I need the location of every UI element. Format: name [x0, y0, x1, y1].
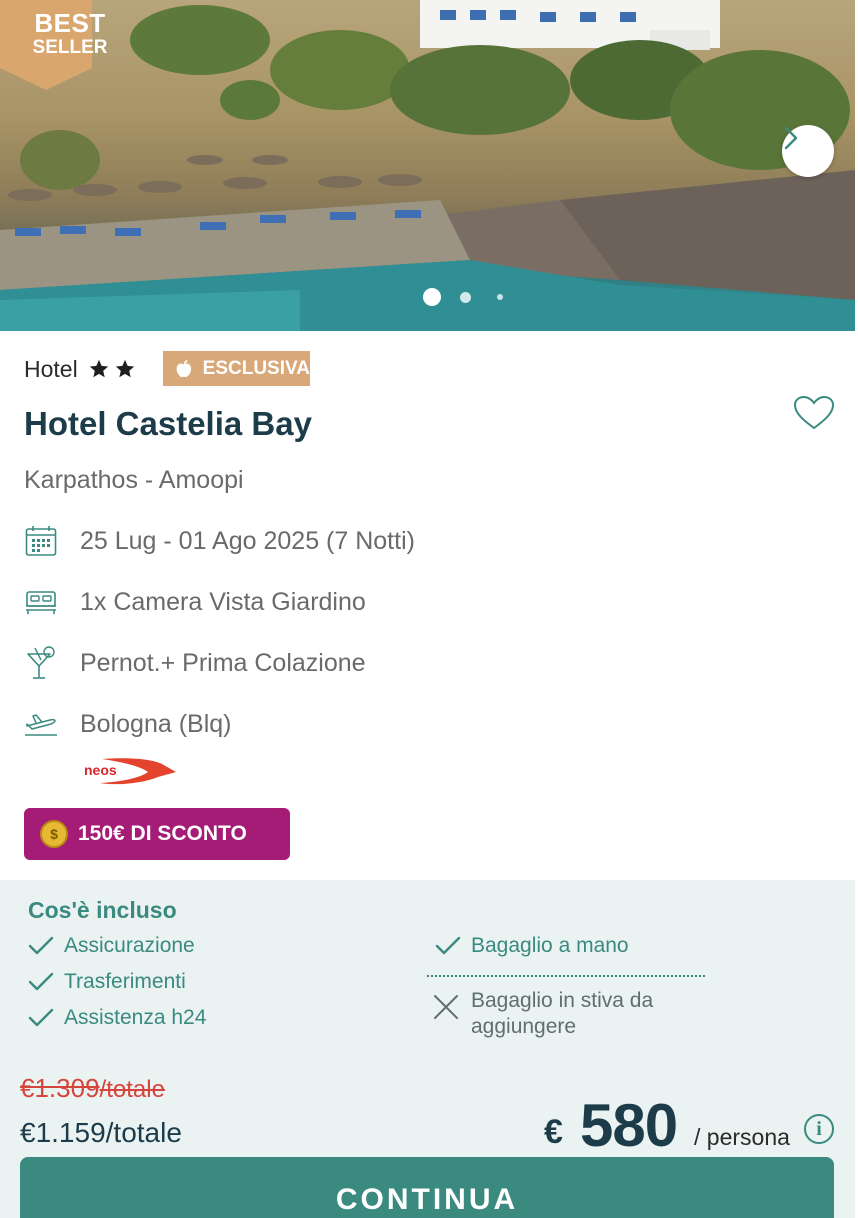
neos-airline-logo: neos	[84, 758, 176, 785]
info-icon[interactable]: i	[804, 1114, 834, 1144]
departure-text: Bologna (Blq)	[80, 709, 232, 738]
board-text: Pernot.+ Prima Colazione	[80, 648, 366, 677]
bed-icon	[26, 591, 56, 614]
not-included-label: Bagaglio in stiva da aggiungere	[471, 989, 654, 1039]
room-text: 1x Camera Vista Giardino	[80, 587, 366, 616]
hotel-category: Hotel	[24, 351, 136, 387]
travel-dates: 25 Lug - 01 Ago 2025 (7 Notti)	[24, 521, 415, 561]
hotel-location: Karpathos - Amoopi	[24, 466, 244, 494]
dates-text: 25 Lug - 01 Ago 2025 (7 Notti)	[80, 526, 415, 555]
carousel-dot-active[interactable]	[423, 288, 441, 306]
close-icon	[434, 995, 458, 1019]
hotel-name[interactable]: Hotel Castelia Bay	[24, 405, 312, 443]
cocktail-icon	[27, 646, 55, 679]
old-price-value: 1.309	[34, 1073, 100, 1103]
per-person-label: / persona	[694, 1124, 790, 1150]
room-type: 1x Camera Vista Giardino	[24, 582, 366, 622]
divider	[427, 975, 705, 977]
coin-icon: $	[40, 820, 68, 848]
check-icon	[28, 1008, 54, 1027]
continue-button[interactable]: CONTINUA	[20, 1157, 834, 1218]
star-icon	[89, 359, 108, 378]
included-item-label: Bagaglio a mano	[471, 934, 629, 957]
svg-text:neos: neos	[84, 762, 117, 778]
calendar-icon	[25, 526, 57, 556]
carousel-dot[interactable]	[497, 294, 503, 300]
chevron-right-icon	[784, 126, 798, 150]
check-icon	[28, 936, 54, 955]
discount-label: 150€ DI SCONTO	[78, 822, 247, 845]
currency-symbol: €	[544, 1113, 563, 1151]
included-item-label: Assistenza h24	[64, 1006, 207, 1029]
discount-badge[interactable]: $ 150€ DI SCONTO	[24, 808, 290, 860]
included-title: Cos'è incluso	[28, 897, 177, 923]
included-item-label: Trasferimenti	[64, 970, 186, 993]
apple-logo-icon	[176, 359, 192, 377]
departure-airport: Bologna (Blq)	[24, 704, 231, 744]
plane-departure-icon	[25, 714, 57, 736]
category-label: Hotel	[24, 355, 78, 382]
check-icon	[435, 936, 461, 955]
carousel-dots	[0, 287, 855, 307]
hotel-photo-carousel[interactable]: BEST SELLER	[0, 0, 855, 331]
board-type: Pernot.+ Prima Colazione	[24, 643, 366, 683]
carousel-next-button[interactable]	[782, 125, 834, 177]
check-icon	[28, 972, 54, 991]
carousel-dot[interactable]	[460, 292, 471, 303]
hotel-photo	[0, 0, 855, 331]
total-price: €1.159/totale	[20, 1117, 182, 1148]
badge-line-1: BEST	[34, 8, 106, 38]
heart-icon[interactable]	[793, 395, 835, 431]
badge-line-2: SELLER	[32, 37, 108, 58]
old-total-price: €1.309/totale	[20, 1073, 165, 1104]
exclusive-badge: ESCLUSIVA	[163, 351, 310, 386]
best-seller-badge: BEST SELLER	[24, 10, 116, 57]
old-price-symbol: €	[20, 1073, 35, 1103]
old-price-suffix: /totale	[99, 1076, 165, 1103]
included-item-label: Assicurazione	[64, 934, 195, 957]
star-icon	[115, 359, 134, 378]
price-per-person: 580	[580, 1092, 678, 1159]
star-rating	[88, 358, 136, 380]
exclusive-label: ESCLUSIVA	[202, 357, 310, 379]
